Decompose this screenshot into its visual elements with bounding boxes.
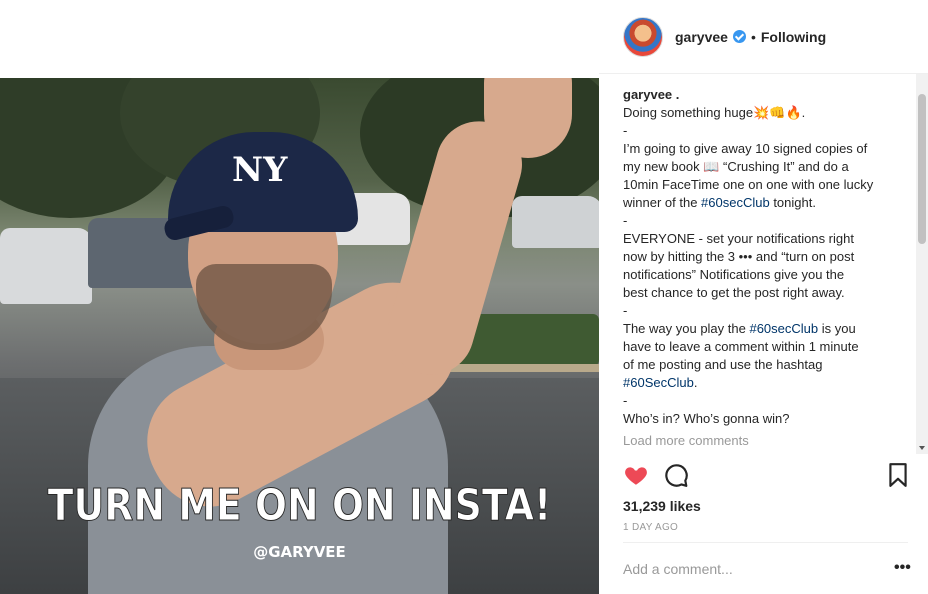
hashtag-link[interactable]: #60secClub xyxy=(749,321,818,336)
post-header: garyvee • Following xyxy=(599,0,928,74)
caption-line: my new book 📖 “Crushing It” and do a xyxy=(623,159,849,174)
caption-area: garyvee . Doing something huge💥👊🔥. - I’m g… xyxy=(623,86,911,456)
following-button[interactable]: Following xyxy=(761,29,826,45)
meme-handle: @GARYVEE xyxy=(253,543,346,561)
post-timestamp[interactable]: 1 DAY AGO xyxy=(623,522,678,533)
load-more-comments-link[interactable]: Load more comments xyxy=(623,432,911,450)
caption-line: 10min FaceTime one on one with one lucky xyxy=(623,177,874,192)
post-side-panel: garyvee • Following garyvee . Doing some… xyxy=(599,0,928,594)
caption-line: have to leave a comment within 1 minute xyxy=(623,339,859,354)
caption-username[interactable]: garyvee . xyxy=(623,86,911,104)
avatar[interactable] xyxy=(623,16,663,57)
cap-logo: NY xyxy=(232,150,288,190)
caption-line: - xyxy=(623,213,628,228)
heart-icon[interactable] xyxy=(623,462,649,488)
caption-line: EVERYONE - set your notifications right xyxy=(623,231,854,246)
scrollbar-thumb[interactable] xyxy=(918,94,926,244)
meme-caption: TURN ME ON ON INSTA! xyxy=(47,480,552,532)
caption-line: The way you play the #60secClub is you xyxy=(623,321,856,336)
bookmark-icon[interactable] xyxy=(885,462,911,488)
header-separator: • xyxy=(750,28,756,45)
caption-line: I’m going to give away 10 signed copies … xyxy=(623,141,868,156)
action-bar xyxy=(623,462,908,492)
header-username[interactable]: garyvee xyxy=(675,29,728,45)
caption-text: Doing something huge💥👊🔥. - I’m going to gi… xyxy=(623,104,911,428)
caption-scrollbar[interactable] xyxy=(916,74,928,454)
caption-line: #60SecClub. xyxy=(623,375,698,390)
caption-line: - xyxy=(623,123,628,138)
caption-line: winner of the #60secClub tonight. xyxy=(623,195,816,210)
hand xyxy=(484,78,572,158)
caption-line: notifications” Notifications give you th… xyxy=(623,267,845,282)
add-comment-input[interactable] xyxy=(623,560,873,577)
caption-line: Who’s in? Who’s gonna win? xyxy=(623,411,790,426)
caption-line: best chance to get the post right away. xyxy=(623,285,845,300)
caption-line: of me posting and use the hashtag xyxy=(623,357,823,372)
caption-line: Doing something huge💥👊🔥. xyxy=(623,105,806,120)
comment-icon[interactable] xyxy=(663,462,689,488)
likes-count[interactable]: 31,239 likes xyxy=(623,498,701,514)
hashtag-link[interactable]: #60SecClub xyxy=(623,375,694,390)
post-photo[interactable]: NY TURN ME ON ON INSTA! @GARYVEE xyxy=(0,78,599,594)
more-options-button[interactable]: ••• xyxy=(894,560,911,576)
comment-box: ••• xyxy=(623,542,911,594)
scroll-down-arrow-icon[interactable] xyxy=(919,446,925,450)
hashtag-link[interactable]: #60secClub xyxy=(701,195,770,210)
caption-line: - xyxy=(623,303,628,318)
caption-line: - xyxy=(623,393,628,408)
caption-line: now by hitting the 3 ••• and “turn on po… xyxy=(623,249,855,264)
verified-badge-icon xyxy=(732,30,746,43)
